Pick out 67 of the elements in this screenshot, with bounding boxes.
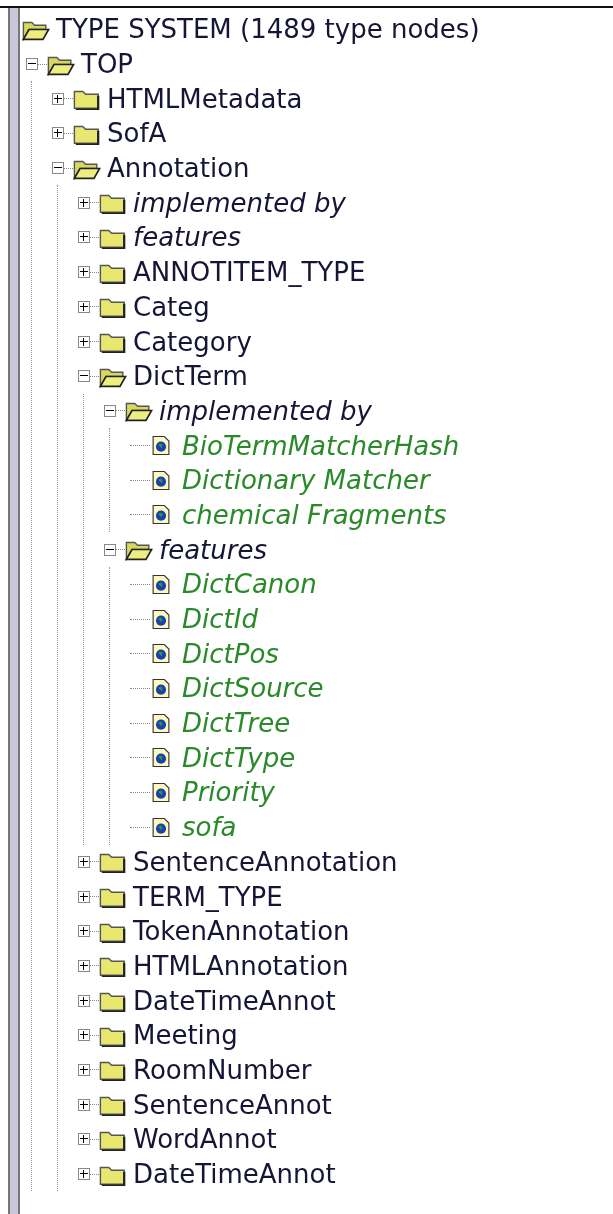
expand-toggle[interactable]: [78, 925, 90, 938]
tree-item[interactable]: Annotation: [101, 153, 250, 184]
tree-item[interactable]: TokenAnnotation: [127, 916, 350, 947]
document-globe-icon: [152, 781, 170, 803]
expand-toggle[interactable]: [78, 994, 90, 1007]
tree-item[interactable]: chemical Fragments: [176, 499, 447, 530]
tree-item[interactable]: DictTerm: [127, 361, 248, 392]
expand-toggle[interactable]: [78, 959, 90, 972]
collapse-toggle[interactable]: [26, 58, 38, 71]
tree-item[interactable]: TYPE SYSTEM (1489 type nodes): [50, 14, 480, 45]
tree-item[interactable]: HTMLMetadata: [101, 83, 303, 114]
collapse-toggle[interactable]: [104, 404, 116, 417]
tree-item[interactable]: Meeting: [127, 1020, 238, 1051]
tree-item[interactable]: DictSource: [176, 673, 324, 704]
tree-item[interactable]: BioTermMatcherHash: [176, 430, 460, 461]
expand-toggle[interactable]: [78, 300, 90, 313]
document-globe-icon: [152, 677, 170, 699]
expand-toggle[interactable]: [78, 855, 90, 868]
collapse-toggle[interactable]: [78, 370, 90, 383]
document-globe-icon: [152, 816, 170, 838]
tree-item[interactable]: DictId: [176, 604, 258, 635]
tree-item[interactable]: Priority: [176, 777, 275, 808]
tree-item[interactable]: implemented by: [127, 187, 346, 218]
tree-item[interactable]: ANNOTITEM_TYPE: [127, 257, 366, 288]
tree-item[interactable]: RoomNumber: [127, 1054, 312, 1085]
tree-item[interactable]: SofA: [101, 118, 167, 149]
tree-item[interactable]: HTMLAnnotation: [127, 950, 349, 981]
expand-toggle[interactable]: [78, 1098, 90, 1111]
tree-item[interactable]: implemented by: [153, 395, 372, 426]
tree-item[interactable]: DictPos: [176, 638, 279, 669]
expand-toggle[interactable]: [52, 92, 64, 105]
expand-toggle[interactable]: [78, 196, 90, 209]
expand-toggle[interactable]: [78, 1063, 90, 1076]
document-globe-icon: [152, 712, 170, 734]
expand-toggle[interactable]: [52, 127, 64, 140]
tree-item[interactable]: DictCanon: [176, 569, 317, 600]
tree-item[interactable]: TOP: [75, 49, 134, 80]
expand-toggle[interactable]: [78, 335, 90, 348]
tree-item[interactable]: features: [127, 222, 241, 253]
document-globe-icon: [152, 504, 170, 526]
tree-item[interactable]: DictTree: [176, 708, 291, 739]
tree-item[interactable]: sofa: [176, 812, 237, 843]
tree-item[interactable]: Category: [127, 326, 252, 357]
expand-toggle[interactable]: [78, 266, 90, 279]
document-globe-icon: [152, 643, 170, 665]
expand-toggle[interactable]: [78, 890, 90, 903]
collapse-toggle[interactable]: [52, 162, 64, 175]
tree-item[interactable]: features: [153, 534, 267, 565]
document-globe-icon: [152, 747, 170, 769]
document-globe-icon: [152, 435, 170, 457]
tree-item[interactable]: WordAnnot: [127, 1124, 277, 1155]
expand-toggle[interactable]: [78, 231, 90, 244]
tree-item[interactable]: SentenceAnnotation: [127, 846, 398, 877]
tree-item[interactable]: DateTimeAnnot: [127, 985, 336, 1016]
tree-item[interactable]: TERM_TYPE: [127, 881, 283, 912]
tree-item[interactable]: DateTimeAnnot: [127, 1159, 336, 1190]
tree-item[interactable]: Dictionary Matcher: [176, 465, 430, 496]
expand-toggle[interactable]: [78, 1168, 90, 1181]
expand-toggle[interactable]: [78, 1029, 90, 1042]
document-globe-icon: [152, 573, 170, 595]
collapse-toggle[interactable]: [104, 543, 116, 556]
expand-toggle[interactable]: [78, 1133, 90, 1146]
tree-item[interactable]: DictType: [176, 742, 296, 773]
document-globe-icon: [152, 608, 170, 630]
tree-item[interactable]: SentenceAnnot: [127, 1089, 332, 1120]
document-globe-icon: [152, 469, 170, 491]
tree-item[interactable]: Categ: [127, 291, 210, 322]
